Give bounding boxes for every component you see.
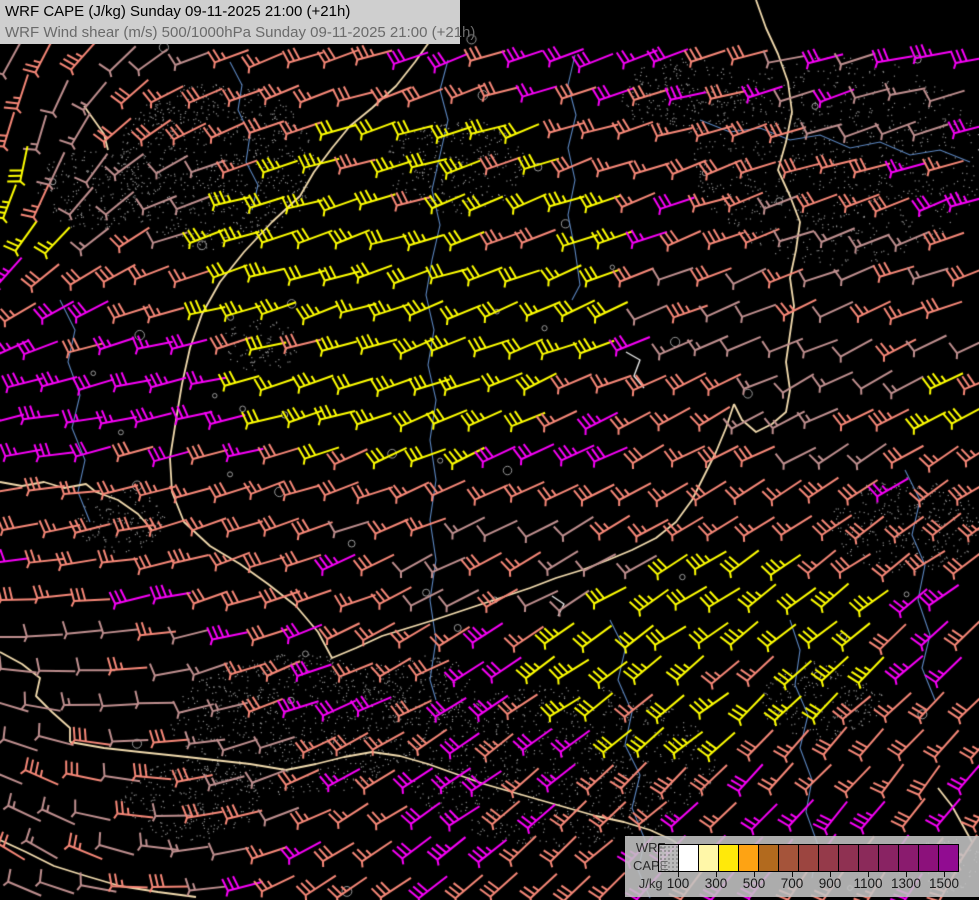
legend-color-box bbox=[898, 844, 919, 872]
map-title-block: WRF CAPE (J/kg) Sunday 09-11-2025 21:00 … bbox=[0, 0, 476, 44]
legend-color-box bbox=[718, 844, 739, 872]
legend-color-box bbox=[658, 844, 679, 872]
legend-color-box bbox=[918, 844, 939, 872]
legend-color-box bbox=[818, 844, 839, 872]
legend-color-box bbox=[838, 844, 859, 872]
title-windshear-line: WRF Wind shear (m/s) 500/1000hPa Sunday … bbox=[5, 24, 476, 41]
legend-color-box bbox=[698, 844, 719, 872]
legend-color-box bbox=[678, 844, 699, 872]
wind-barb-map-canvas bbox=[0, 0, 979, 900]
weather-map-screen: WRF CAPE (J/kg) Sunday 09-11-2025 21:00 … bbox=[0, 0, 979, 900]
legend-color-box bbox=[778, 844, 799, 872]
legend-color-box bbox=[738, 844, 759, 872]
cape-color-bar bbox=[658, 844, 959, 872]
legend-color-box bbox=[938, 844, 959, 872]
legend-color-box bbox=[798, 844, 819, 872]
title-cape-line: WRF CAPE (J/kg) Sunday 09-11-2025 21:00 … bbox=[5, 3, 351, 20]
legend-color-box bbox=[758, 844, 779, 872]
legend-color-box bbox=[878, 844, 899, 872]
legend-color-box bbox=[858, 844, 879, 872]
cape-legend: WRF CAPE J/kg 100 300 500 700 900 1100 1300 150… bbox=[625, 836, 979, 897]
legend-tick-label: 1500 bbox=[928, 876, 960, 891]
